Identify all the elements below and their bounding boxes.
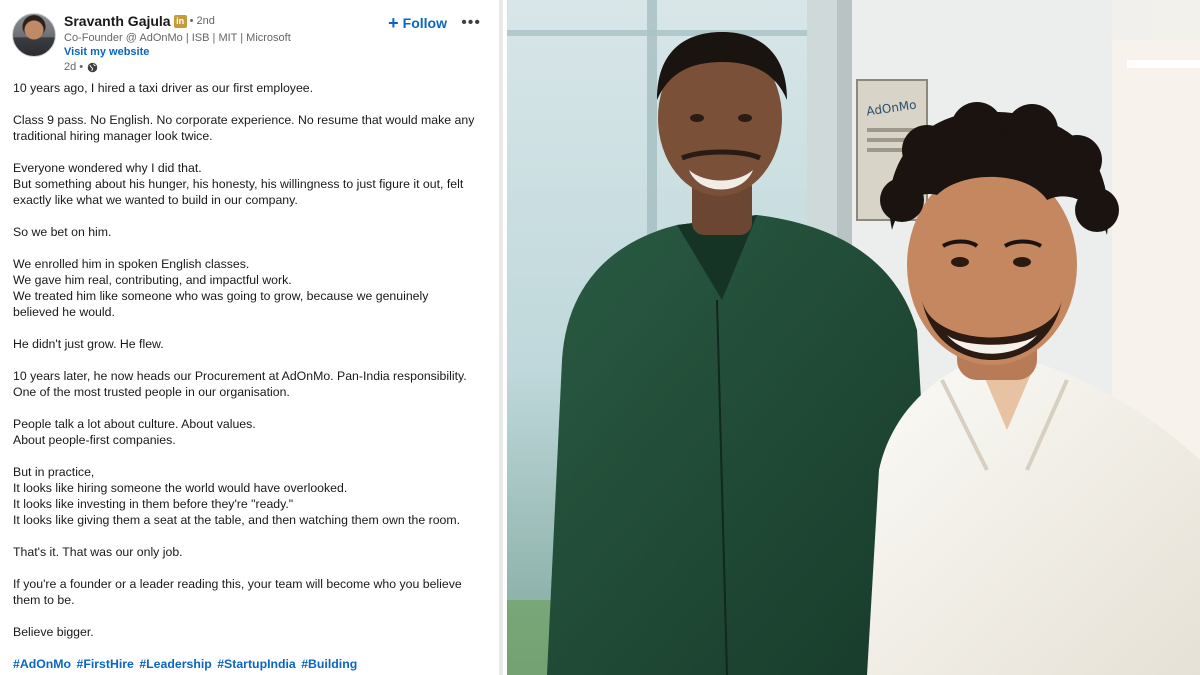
post-paragraph: He didn't just grow. He flew. [13, 336, 491, 352]
post-line: 10 years later, he now heads our Procure… [13, 369, 467, 383]
author-headline: Co-Founder @ AdOnMo | ISB | MIT | Micros… [64, 32, 291, 44]
post-paragraph: If you're a founder or a leader reading … [13, 576, 491, 608]
post-line: We treated him like someone who was goin… [13, 289, 429, 303]
post-line: But something about his hunger, his hone… [13, 177, 464, 191]
hashtag-link[interactable]: #Leadership [139, 657, 211, 671]
post-line: He didn't just grow. He flew. [13, 337, 164, 351]
post-line: exactly like what we wanted to build in … [13, 193, 298, 207]
post-line: So we bet on him. [13, 225, 112, 239]
hashtag-link[interactable]: #StartupIndia [217, 657, 296, 671]
author-name-row: Sravanth Gajula in • 2nd [64, 12, 291, 30]
post-line: If you're a founder or a leader reading … [13, 577, 462, 591]
post-line: It looks like investing in them before t… [13, 497, 294, 511]
post-paragraph: People talk a lot about culture. About v… [13, 416, 491, 448]
linkedin-premium-icon: in [173, 14, 187, 28]
follow-button[interactable]: + Follow [388, 13, 447, 33]
post-line: Class 9 pass. No English. No corporate e… [13, 113, 475, 127]
post-header: Sravanth Gajula in • 2nd Co-Founder @ Ad… [12, 12, 487, 74]
post-line: It looks like hiring someone the world w… [13, 481, 348, 495]
post-line: That's it. That was our only job. [13, 545, 183, 559]
selfie-photo-illustration: AdOnMo [507, 0, 1200, 675]
post-paragraph: We enrolled him in spoken English classe… [13, 256, 491, 320]
post-line: them to be. [13, 593, 75, 607]
globe-icon [87, 62, 98, 72]
post-time: 2d • [64, 61, 84, 73]
post-paragraph: Everyone wondered why I did that. But som… [13, 160, 491, 208]
follow-label: Follow [402, 15, 447, 31]
connection-degree: • 2nd [189, 15, 215, 27]
post-body: 10 years ago, I hired a taxi driver as o… [13, 80, 491, 672]
hashtag-link[interactable]: #AdOnMo [13, 657, 71, 671]
post-line: Everyone wondered why I did that. [13, 161, 202, 175]
post-paragraph: Believe bigger. [13, 624, 491, 640]
post-photo[interactable]: AdOnMo [507, 0, 1200, 675]
post-paragraph: So we bet on him. [13, 224, 491, 240]
post-line: traditional hiring manager look twice. [13, 129, 213, 143]
post-paragraph: That's it. That was our only job. [13, 544, 491, 560]
post-line: 10 years ago, I hired a taxi driver as o… [13, 81, 314, 95]
post-line: We enrolled him in spoken English classe… [13, 257, 250, 271]
author-meta: Sravanth Gajula in • 2nd Co-Founder @ Ad… [64, 12, 291, 74]
post-line: About people-first companies. [13, 433, 176, 447]
post-time-row: 2d • [64, 60, 291, 74]
post-paragraph: Class 9 pass. No English. No corporate e… [13, 112, 491, 144]
post-line: Believe bigger. [13, 625, 94, 639]
hashtag-link[interactable]: #Building [301, 657, 357, 671]
post-line: People talk a lot about culture. About v… [13, 417, 256, 431]
hashtag-link[interactable]: #FirstHire [76, 657, 133, 671]
visit-website-link[interactable]: Visit my website [64, 45, 291, 59]
author-name[interactable]: Sravanth Gajula [64, 13, 171, 29]
post-line: It looks like giving them a seat at the … [13, 513, 461, 527]
linkedin-post-card: Sravanth Gajula in • 2nd Co-Founder @ Ad… [0, 0, 503, 675]
post-paragraph: 10 years ago, I hired a taxi driver as o… [13, 80, 491, 96]
post-line: One of the most trusted people in our or… [13, 385, 290, 399]
plus-icon: + [388, 13, 399, 33]
author-avatar[interactable] [12, 13, 56, 57]
post-line: believed he would. [13, 305, 115, 319]
post-paragraph: But in practice, It looks like hiring som… [13, 464, 491, 528]
hashtag-row: #AdOnMo #FirstHire #Leadership #StartupI… [13, 656, 491, 672]
more-options-icon[interactable]: ••• [461, 14, 481, 32]
post-line: But in practice, [13, 465, 95, 479]
post-line: We gave him real, contributing, and impa… [13, 273, 292, 287]
post-paragraph: 10 years later, he now heads our Procure… [13, 368, 491, 400]
